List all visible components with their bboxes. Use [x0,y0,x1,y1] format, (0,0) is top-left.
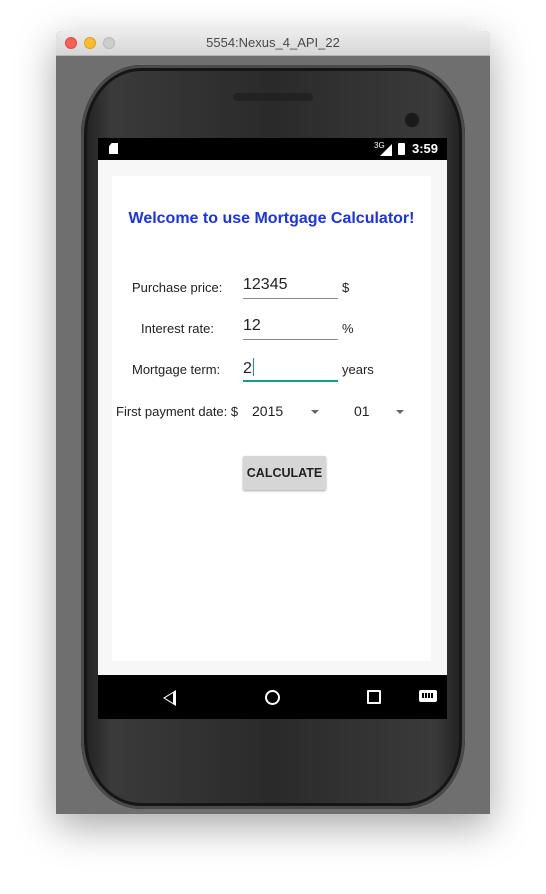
navigation-bar [98,675,447,719]
month-value: 01 [354,403,370,419]
year-value: 2015 [252,403,284,419]
mortgage-term-input[interactable]: 2 [243,358,338,382]
keyboard-icon[interactable] [419,690,437,702]
network-type: 3G [374,141,385,150]
phone-frame: 3G 3:59 Welcome to use Mortgage Calculat… [81,65,465,809]
home-icon[interactable] [265,690,280,705]
year-dropdown-icon [311,410,319,414]
purchase-price-unit: $ [342,280,350,295]
calculate-button[interactable]: CALCULATE [243,456,326,490]
purchase-price-input[interactable]: 12345 [243,276,338,299]
purchase-price-label: Purchase price: [132,280,223,295]
month-spinner[interactable]: 01 [342,400,412,424]
text-cursor [252,358,255,376]
interest-rate-input[interactable]: 12 [243,317,338,340]
status-bar: 3G 3:59 [98,138,447,160]
page-title: Welcome to use Mortgage Calculator! [128,210,415,227]
recents-icon[interactable] [367,690,381,704]
status-time: 3:59 [412,141,439,156]
title-bar: 5554:Nexus_4_API_22 [56,31,490,56]
battery-icon [398,143,405,155]
speaker-grille [233,93,313,101]
back-icon-inner [165,693,173,703]
year-spinner[interactable]: 2015 [243,400,327,424]
front-camera [405,113,419,127]
window-title: 5554:Nexus_4_API_22 [206,35,340,50]
mortgage-term-label: Mortgage term: [132,362,221,377]
interest-rate-label: Interest rate: [141,321,214,336]
first-payment-label: First payment date: $ [116,404,239,419]
emulator-window: 5554:Nexus_4_API_22 3G 3:59 Welcome to u… [56,31,490,814]
month-dropdown-icon [396,410,404,414]
calculator-card: Welcome to use Mortgage Calculator! Purc… [112,176,431,661]
mortgage-term-value: 2 [243,360,252,377]
purchase-price-value: 12345 [243,276,288,293]
mortgage-term-unit: years [342,362,374,377]
interest-rate-unit: % [342,321,354,336]
sd-card-icon [109,143,118,154]
app-content: Welcome to use Mortgage Calculator! Purc… [98,160,447,675]
phone-screen: 3G 3:59 Welcome to use Mortgage Calculat… [98,138,447,719]
interest-rate-value: 12 [243,317,261,334]
